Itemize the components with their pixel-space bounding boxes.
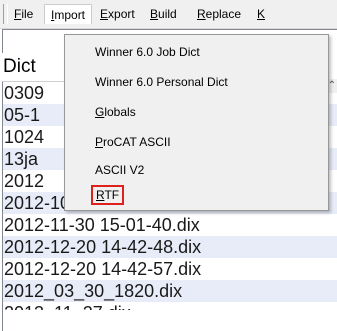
item-mnemonic: G: [95, 105, 105, 119]
item-mnemonic: P: [95, 135, 104, 149]
menu-file[interactable]: File: [8, 4, 39, 24]
menu-export-mnemonic: E: [100, 7, 109, 21]
menu-file-label: ile: [21, 7, 34, 21]
import-winner-job-dict[interactable]: Winner 6.0 Job Dict: [95, 43, 200, 61]
item-label: Winner 6.0 Personal Dict: [95, 75, 228, 89]
menu-build[interactable]: Build: [144, 4, 183, 24]
menu-bar: File Import Export Build Replace K: [0, 0, 337, 29]
menu-import[interactable]: Import: [44, 4, 93, 24]
menu-export[interactable]: Export: [94, 4, 141, 24]
list-item[interactable]: 2013_11_27.dix: [3, 302, 337, 310]
menu-import-label: mport: [54, 8, 86, 22]
list-item[interactable]: 2012-12-20 14-42-48.dix: [3, 236, 337, 258]
import-winner-personal-dict[interactable]: Winner 6.0 Personal Dict: [95, 73, 228, 91]
menu-export-label: xport: [108, 7, 135, 21]
item-label-rest: lobals: [104, 105, 136, 119]
menu-replace-mnemonic: R: [197, 7, 206, 21]
list-item[interactable]: 2012-12-20 14-42-57.dix: [3, 258, 337, 280]
item-label-rest: roCAT ASCII: [103, 135, 171, 149]
menu-build-mnemonic: B: [150, 7, 159, 21]
item-label: ASCII V2: [95, 163, 145, 177]
import-dropdown-menu: Winner 6.0 Job Dict Winner 6.0 Personal …: [64, 34, 329, 211]
import-globals[interactable]: Globals: [95, 103, 136, 121]
list-item[interactable]: 2012_03_30_1820.dix: [3, 280, 337, 302]
menu-k-mnemonic: K: [257, 7, 266, 21]
menu-replace-label: eplace: [205, 7, 242, 21]
menu-k-truncated[interactable]: K: [251, 4, 271, 24]
import-procat-ascii[interactable]: ProCAT ASCII: [95, 133, 171, 151]
menu-build-label: uild: [158, 7, 177, 21]
import-rtf[interactable]: RTF: [91, 185, 125, 205]
list-item[interactable]: 2012-11-30 15-01-40.dix: [3, 214, 337, 236]
menu-replace[interactable]: Replace: [191, 4, 247, 24]
item-label-rest: TF: [104, 188, 120, 202]
item-label: Winner 6.0 Job Dict: [95, 45, 200, 59]
import-ascii-v2[interactable]: ASCII V2: [95, 161, 144, 179]
